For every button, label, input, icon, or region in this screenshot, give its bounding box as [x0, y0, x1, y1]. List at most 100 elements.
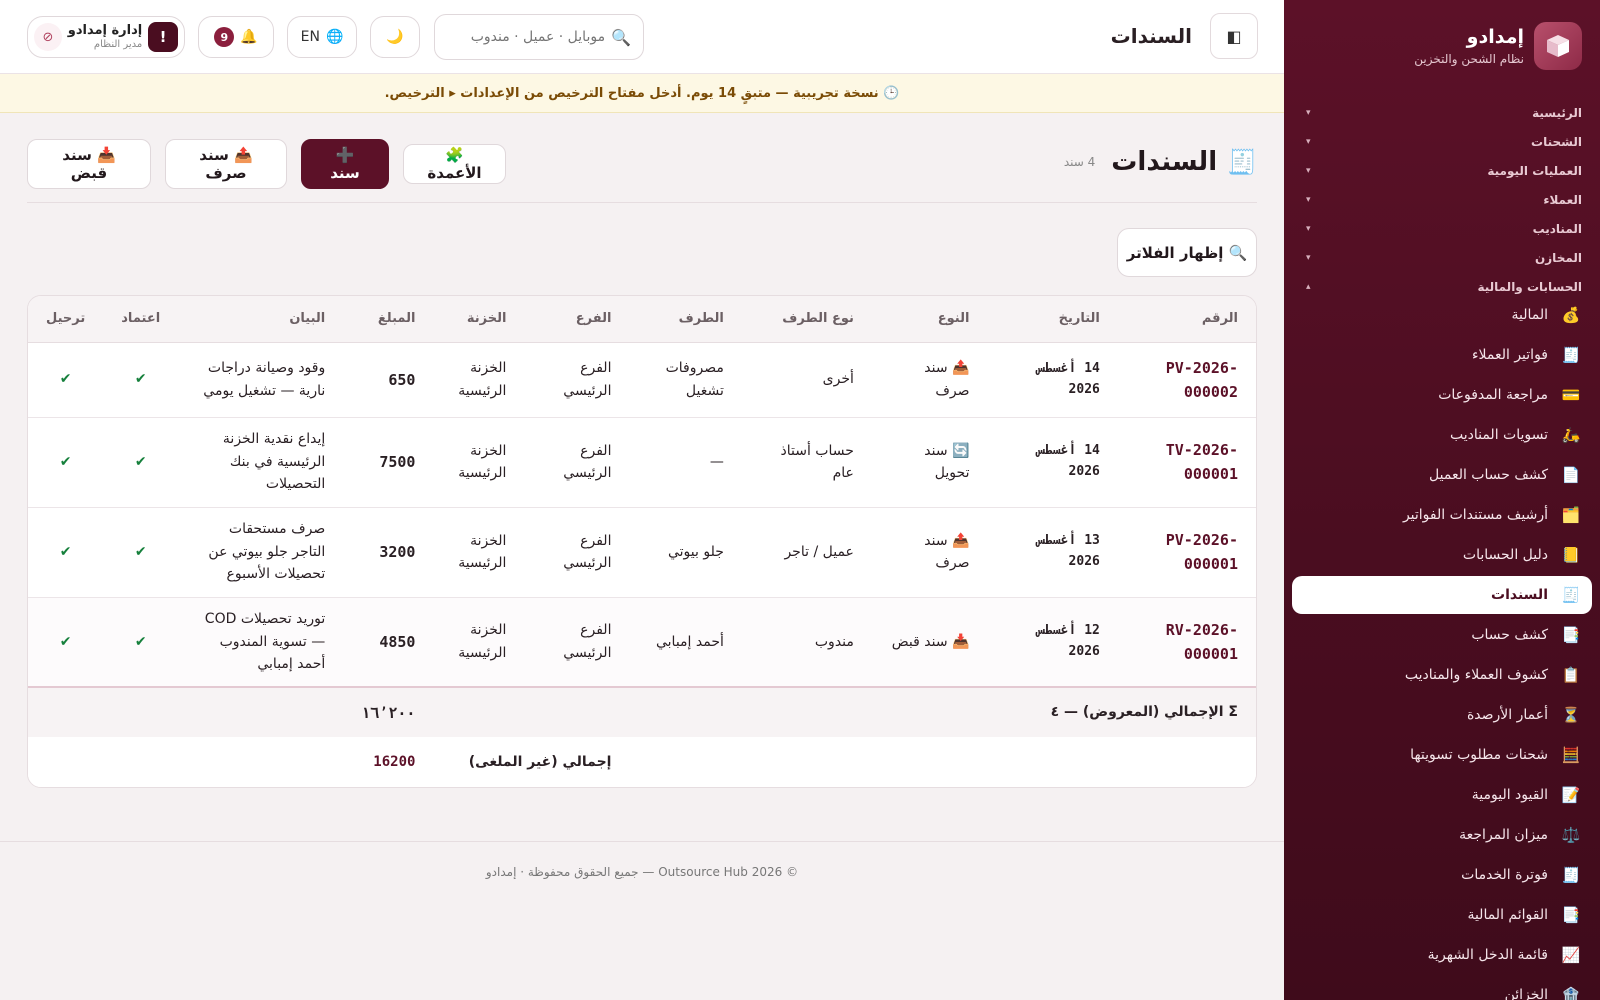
voucher-number[interactable]: PV-2026-000002: [1117, 342, 1256, 418]
sidebar-item-customer-statement[interactable]: 📄 كشف حساب العميل: [1292, 455, 1592, 495]
description: إيداع نقدية الخزنة الرئيسية في بنك التحص…: [178, 417, 344, 508]
new-voucher-button[interactable]: ➕ سند: [301, 139, 389, 189]
total-shown-label: Σ الإجمالي (المعروض) — ٤: [433, 687, 1256, 737]
bell-icon: 🔔: [240, 29, 258, 45]
branch: الفرع الرئيسي: [524, 342, 630, 418]
nav-group-couriers[interactable]: المناديب ▾: [1302, 214, 1582, 243]
chevron-down-icon: ▾: [1306, 223, 1311, 234]
voucher-type: 📥 سند قبض: [871, 597, 988, 688]
table-row[interactable]: PV-2026-000001 13 أغسطس 2026 📤 سند صرف ع…: [28, 507, 1256, 598]
notifications-button[interactable]: 🔔 9: [198, 16, 274, 58]
branch: الفرع الرئيسي: [524, 507, 630, 598]
sidebar-item-service-billing[interactable]: 🧾 فوترة الخدمات: [1292, 855, 1592, 895]
show-filters-button[interactable]: 🔍 إظهار الفلاتر: [1117, 228, 1257, 277]
nav-group-customers[interactable]: العملاء ▾: [1302, 185, 1582, 214]
voucher-number[interactable]: RV-2026-000001: [1117, 597, 1256, 688]
voucher-number[interactable]: TV-2026-000001: [1117, 417, 1256, 508]
party: أحمد إمبابي: [629, 597, 742, 688]
sidebar-item-label: فوترة الخدمات: [1461, 867, 1548, 883]
column-header[interactable]: المبلغ: [343, 296, 434, 343]
sidebar-item-invoice-archive[interactable]: 🗂️ أرشيف مستندات الفواتير: [1292, 495, 1592, 535]
sidebar-item-trial-balance[interactable]: ⚖️ ميزان المراجعة: [1292, 815, 1592, 855]
sidebar-toggle-icon: ◧: [1226, 26, 1242, 46]
nav-group-label: العملاء: [1543, 192, 1582, 207]
nav-group-warehouses[interactable]: المخازن ▾: [1302, 243, 1582, 272]
nav-group-home[interactable]: الرئيسية ▾: [1302, 98, 1582, 127]
sidebar-item-finance[interactable]: 💰 المالية: [1292, 295, 1592, 335]
voucher-date: 13 أغسطس 2026: [987, 507, 1118, 598]
approved-check-icon: ✔: [103, 507, 179, 598]
sidebar-toggle-button[interactable]: ◧: [1210, 13, 1258, 59]
nav-group-label: الحسابات والمالية: [1477, 279, 1582, 294]
sidebar-item-monthly-income[interactable]: 📈 قائمة الدخل الشهرية: [1292, 935, 1592, 975]
page-actions: 📥 سند قبض 📤 سند صرف ➕ سند 🧩 الأعمدة: [27, 139, 506, 189]
nav-group-label: العمليات اليومية: [1487, 163, 1582, 178]
sidebar-item-chart-of-accounts[interactable]: 📒 دليل الحسابات: [1292, 535, 1592, 575]
user-name: إدارة إمدادو: [67, 23, 143, 39]
chevron-up-icon: ▴: [1306, 281, 1311, 292]
sidebar-item-journal-entries[interactable]: 📝 القيود اليومية: [1292, 775, 1592, 815]
column-header[interactable]: نوع الطرف: [741, 296, 872, 343]
payment-voucher-button[interactable]: 📤 سند صرف: [165, 139, 287, 189]
sidebar-item-customer-courier-statements[interactable]: 📋 كشوف العملاء والمناديب: [1292, 655, 1592, 695]
receipt-icon: 🧾: [1561, 866, 1581, 884]
trial-banner: 🕒 نسخة تجريبية — متبقٍ 14 يوم. أدخل مفتا…: [0, 74, 1284, 113]
credit-card-icon: 💳: [1561, 386, 1581, 404]
column-header[interactable]: النوع: [871, 296, 988, 343]
sidebar-item-aging[interactable]: ⏳ أعمار الأرصدة: [1292, 695, 1592, 735]
table-row[interactable]: TV-2026-000001 14 أغسطس 2026 🔄 سند تحويل…: [28, 417, 1256, 508]
column-header[interactable]: ترحيل: [28, 296, 104, 343]
page-header: 🧾 السندات 4 سند 📥 سند قبض 📤 سند صرف ➕ سن…: [27, 139, 1257, 203]
column-header[interactable]: التاريخ: [987, 296, 1118, 343]
columns-button[interactable]: 🧩 الأعمدة: [403, 144, 506, 184]
column-header[interactable]: الطرف: [629, 296, 742, 343]
sidebar-item-label: أرشيف مستندات الفواتير: [1402, 507, 1548, 523]
sidebar-item-label: ميزان المراجعة: [1459, 827, 1548, 843]
theme-toggle-button[interactable]: 🌙: [370, 16, 420, 58]
column-header[interactable]: الخزنة: [433, 296, 525, 343]
receipt-icon: 🧾: [1561, 586, 1581, 604]
party-type: مندوب: [741, 597, 872, 688]
column-header[interactable]: الفرع: [524, 296, 630, 343]
chevron-down-icon: ▾: [1306, 194, 1311, 205]
column-header[interactable]: اعتماد: [103, 296, 179, 343]
search-box[interactable]: 🔍: [434, 14, 644, 60]
nav-group-label: المخازن: [1535, 250, 1582, 265]
sidebar-item-payment-review[interactable]: 💳 مراجعة المدفوعات: [1292, 375, 1592, 415]
sidebar-item-customer-invoices[interactable]: 🧾 فواتير العملاء: [1292, 335, 1592, 375]
receipt-voucher-button[interactable]: 📥 سند قبض: [27, 139, 151, 189]
column-header[interactable]: البيان: [178, 296, 344, 343]
branch: الفرع الرئيسي: [524, 417, 630, 508]
chevron-down-icon: ▾: [1306, 136, 1311, 147]
table-row[interactable]: PV-2026-000002 14 أغسطس 2026 📤 سند صرف أ…: [28, 342, 1256, 418]
memo-icon: 📝: [1561, 786, 1581, 804]
language-button[interactable]: 🌐 EN: [287, 16, 357, 58]
sidebar-item-courier-settlements[interactable]: 🛵 تسويات المناديب: [1292, 415, 1592, 455]
nav-group-daily-ops[interactable]: العمليات اليومية ▾: [1302, 156, 1582, 185]
voucher-number[interactable]: PV-2026-000001: [1117, 507, 1256, 598]
description: توريد تحصيلات COD — تسوية المندوب أحمد إ…: [178, 597, 344, 688]
sidebar-item-financial-statements[interactable]: 📑 القوائم المالية: [1292, 895, 1592, 935]
search-input[interactable]: [447, 29, 606, 45]
sidebar-item-treasuries[interactable]: 🏦 الخزائن: [1292, 975, 1592, 1000]
approved-check-icon: ✔: [103, 417, 179, 508]
receipt-icon: 🧾: [1227, 148, 1257, 176]
alert-icon[interactable]: !: [148, 22, 178, 52]
column-header[interactable]: الرقم: [1117, 296, 1256, 343]
user-menu[interactable]: ! إدارة إمدادو مدير النظام ⦸: [27, 16, 185, 58]
search-icon: 🔍: [611, 27, 631, 47]
sidebar-item-label: القيود اليومية: [1471, 787, 1548, 803]
sidebar-item-account-statement[interactable]: 📑 كشف حساب: [1292, 615, 1592, 655]
treasury: الخزنة الرئيسية: [433, 597, 525, 688]
table-row[interactable]: RV-2026-000001 12 أغسطس 2026 📥 سند قبض م…: [28, 597, 1256, 688]
total-active-value: 16200: [343, 737, 434, 787]
nav-group-shipments[interactable]: الشحنات ▾: [1302, 127, 1582, 156]
logout-icon[interactable]: ⦸: [34, 23, 62, 51]
topbar: ◧ السندات 🔍 🌙 🌐 EN 🔔 9 ! إدارة إمدادو مد…: [0, 0, 1284, 74]
party-type: عميل / تاجر: [741, 507, 872, 598]
sidebar-item-pending-settlement[interactable]: 🧮 شحنات مطلوب تسويتها: [1292, 735, 1592, 775]
sidebar-item-label: المالية: [1511, 307, 1548, 323]
sidebar-item-vouchers[interactable]: 🧾 السندات: [1292, 576, 1592, 614]
brand[interactable]: إمدادو نظام الشحن والتخزين: [1414, 22, 1582, 70]
topbar-title: السندات: [1110, 24, 1192, 48]
